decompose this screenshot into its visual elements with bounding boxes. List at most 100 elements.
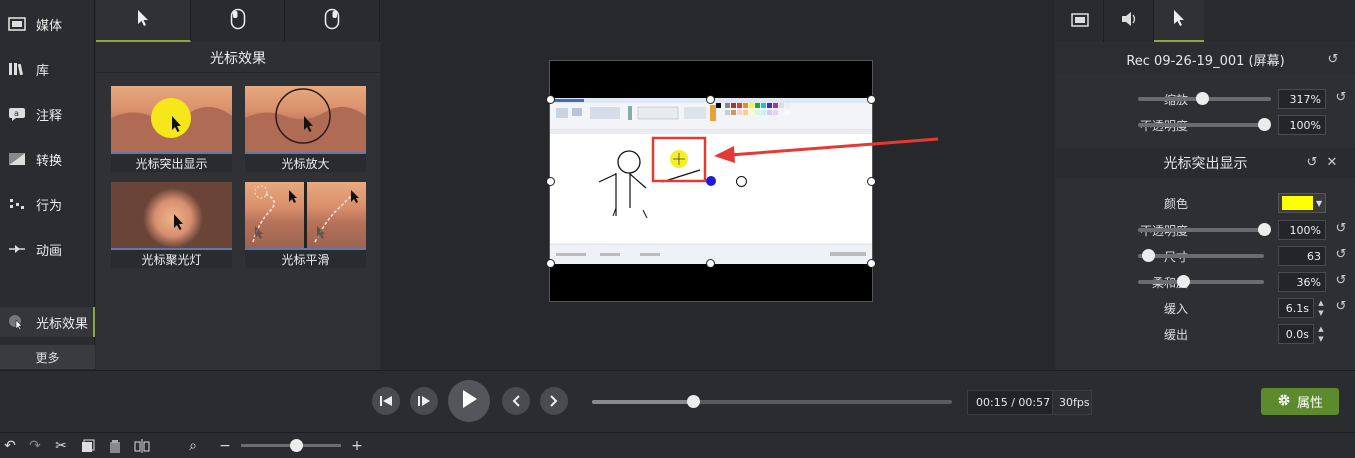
tab-cursor[interactable] [96, 0, 191, 42]
effect-preview [245, 182, 366, 248]
split-icon[interactable] [134, 438, 150, 454]
fps-readout: 30fps [1052, 391, 1091, 414]
reset-icon[interactable]: ↺ [1333, 221, 1349, 237]
resize-handle[interactable] [867, 177, 876, 186]
sidebar-item-transitions[interactable]: 转换 [0, 144, 95, 174]
properties-button[interactable]: 属性 [1261, 388, 1339, 415]
ease-out-value[interactable]: 0.0s [1278, 324, 1314, 344]
effect-cursor-smoothing[interactable]: 光标平滑 [245, 182, 366, 268]
sidebar-item-label: 行为 [36, 198, 63, 214]
zoom-out-icon[interactable]: − [217, 438, 233, 454]
time-readout: 00:15 / 00:57 [976, 396, 1051, 409]
next-marker-button[interactable] [540, 387, 568, 415]
panel-title: 光标效果 [96, 43, 380, 73]
scrubber-knob[interactable] [686, 395, 700, 408]
fx-opacity-slider[interactable] [1138, 223, 1271, 236]
resize-handle[interactable] [867, 259, 876, 268]
resize-handle[interactable] [546, 177, 555, 186]
ease-out-label: 缓出 [1163, 328, 1188, 342]
undo-icon[interactable]: ↶ [2, 438, 18, 454]
cursor-arrow-icon [136, 9, 150, 31]
reset-icon[interactable]: ↺ [1333, 90, 1349, 106]
effect-cursor-highlight[interactable]: 光标突出显示 [111, 86, 232, 172]
paste-icon[interactable] [107, 438, 123, 454]
opacity-slider[interactable] [1138, 118, 1271, 131]
previous-marker-button[interactable] [502, 387, 530, 415]
effect-cursor-magnify[interactable]: 光标放大 [245, 86, 366, 172]
effect-cursor-spotlight[interactable]: 光标聚光灯 [111, 182, 232, 268]
recorded-screen-preview[interactable] [550, 98, 872, 264]
zoom-icon[interactable]: ⌕ [185, 438, 201, 454]
scale-slider[interactable] [1138, 92, 1271, 105]
next-frame-button[interactable] [410, 387, 438, 415]
playback-scrubber[interactable] [592, 395, 952, 408]
color-swatch [1282, 196, 1313, 210]
opacity-value[interactable]: 100% [1278, 115, 1326, 135]
reset-icon[interactable]: ↺ [1333, 299, 1349, 315]
library-icon [6, 61, 28, 77]
red-arrow-annotation [714, 137, 939, 163]
softness-value[interactable]: 36% [1278, 272, 1326, 292]
size-row: 尺寸 63 ↺ [1056, 244, 1355, 268]
slider-knob[interactable] [290, 439, 303, 452]
tab-cursor[interactable] [1154, 0, 1204, 42]
fx-opacity-row: 不透明度 100% ↺ [1056, 218, 1355, 242]
effect-label: 光标聚光灯 [111, 248, 232, 268]
sidebar-item-animations[interactable]: 动画 [0, 234, 95, 264]
sidebar-item-cursor-effects[interactable]: 光标效果 [0, 307, 95, 337]
zoom-slider[interactable] [241, 439, 341, 452]
previous-frame-button[interactable] [372, 387, 400, 415]
slider-knob[interactable] [1258, 118, 1271, 131]
tab-visual[interactable] [1056, 0, 1104, 42]
rotation-handle[interactable] [736, 176, 747, 187]
playback-bar: 00:15 / 00:57 30fps 属性 [0, 370, 1355, 432]
cursor-effects-panel: 光标效果 光标突出显示 光标放大 光标聚光灯 光标平滑 [96, 0, 381, 370]
ease-out-stepper[interactable]: ▲ ▼ [1316, 324, 1326, 344]
transition-icon [6, 151, 28, 167]
slider-knob[interactable] [1177, 275, 1191, 288]
mouse-left-click-icon [230, 8, 246, 34]
softness-slider[interactable] [1138, 275, 1264, 288]
reset-icon[interactable]: ↺ [1325, 52, 1341, 68]
close-icon[interactable]: ✕ [1324, 155, 1340, 171]
reset-icon[interactable]: ↺ [1304, 155, 1320, 171]
sidebar-item-media[interactable]: 媒体 [0, 9, 95, 39]
resize-handle[interactable] [867, 95, 876, 104]
sidebar-item-annotations[interactable]: a 注释 [0, 99, 95, 129]
sidebar-item-library[interactable]: 库 [0, 54, 95, 84]
resize-handle[interactable] [706, 259, 715, 268]
sidebar-item-behaviors[interactable]: 行为 [0, 189, 95, 219]
slider-knob[interactable] [1142, 249, 1156, 262]
resize-handle[interactable] [546, 95, 555, 104]
copy-icon[interactable] [80, 438, 96, 454]
tab-right-click[interactable] [285, 0, 381, 42]
sidebar-item-label: 转换 [36, 153, 63, 169]
play-button[interactable] [448, 380, 490, 422]
size-value[interactable]: 63 [1278, 246, 1326, 266]
ease-in-stepper[interactable]: ▲ ▼ [1316, 298, 1326, 318]
color-picker[interactable]: ▼ [1278, 193, 1326, 213]
zoom-in-icon[interactable]: + [349, 438, 365, 454]
redo-icon[interactable]: ↷ [27, 438, 43, 454]
resize-handle[interactable] [546, 259, 555, 268]
slider-knob[interactable] [1195, 92, 1209, 105]
more-button[interactable]: 更多 [0, 345, 95, 369]
fx-opacity-value[interactable]: 100% [1278, 220, 1326, 240]
scale-row: 缩放 317% ↺ [1056, 87, 1355, 111]
cut-icon[interactable]: ✂ [53, 438, 69, 454]
behavior-icon [6, 196, 28, 212]
effect-preview [111, 86, 232, 152]
slider-knob[interactable] [1258, 223, 1271, 236]
resize-handle[interactable] [706, 95, 715, 104]
tab-left-click[interactable] [191, 0, 286, 42]
softness-row: 柔和度 36% ↺ [1056, 270, 1355, 294]
size-slider[interactable] [1138, 249, 1264, 262]
color-row: 颜色 ▼ [1056, 191, 1355, 215]
scrubber-fill [592, 400, 693, 404]
tab-audio[interactable] [1104, 0, 1154, 42]
scale-value[interactable]: 317% [1278, 89, 1326, 109]
reset-icon[interactable]: ↺ [1333, 273, 1349, 289]
ease-in-value[interactable]: 6.1s [1278, 298, 1314, 318]
svg-text:a: a [14, 109, 19, 118]
reset-icon[interactable]: ↺ [1333, 247, 1349, 263]
